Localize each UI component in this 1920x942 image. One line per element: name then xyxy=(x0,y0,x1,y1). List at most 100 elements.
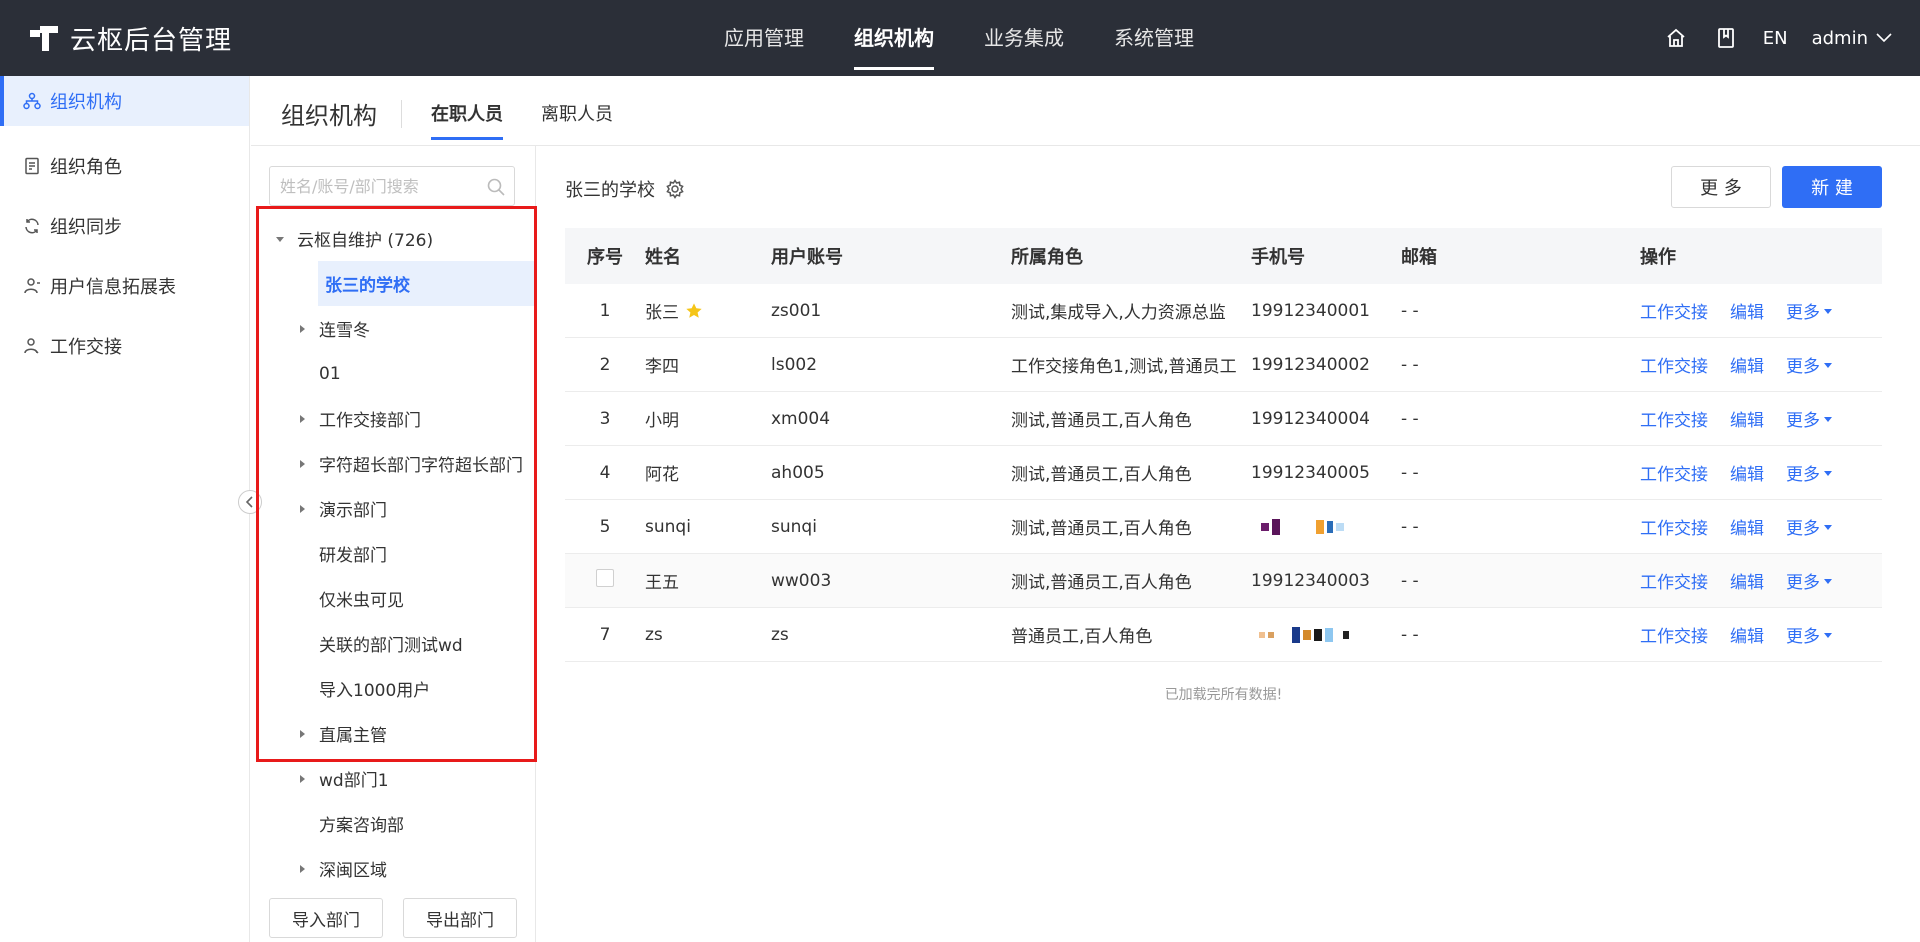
tree-node[interactable]: 研发部门 xyxy=(251,531,536,576)
tree-node-selected[interactable]: 张三的学校 xyxy=(318,261,536,306)
export-department-button[interactable]: 导出部门 xyxy=(403,898,517,938)
edit-link[interactable]: 编辑 xyxy=(1730,352,1764,377)
more-dropdown[interactable]: 更多 xyxy=(1786,460,1833,485)
edit-link[interactable]: 编辑 xyxy=(1730,622,1764,647)
member-name[interactable]: zs xyxy=(645,625,663,645)
more-dropdown[interactable]: 更多 xyxy=(1786,568,1833,593)
row-actions: 工作交接 编辑 更多 xyxy=(1640,460,1872,485)
new-button[interactable]: 新 建 xyxy=(1782,166,1882,208)
tree-node[interactable]: 导入1000用户 xyxy=(251,666,536,711)
caret-right-icon[interactable] xyxy=(295,862,309,876)
sidebar-item-handover[interactable]: 工作交接 xyxy=(0,316,249,376)
gear-icon[interactable] xyxy=(665,179,685,199)
member-name[interactable]: 小明 xyxy=(645,406,679,431)
department-title: 张三的学校 xyxy=(565,176,685,202)
handover-link[interactable]: 工作交接 xyxy=(1640,514,1708,539)
caret-down-icon[interactable] xyxy=(273,232,287,246)
caret-right-icon[interactable] xyxy=(295,502,309,516)
topnav-business-integration[interactable]: 业务集成 xyxy=(984,0,1064,76)
email-cell: - - xyxy=(1401,570,1419,591)
topnav-organization[interactable]: 组织机构 xyxy=(854,0,934,76)
language-switch[interactable]: EN xyxy=(1763,28,1788,49)
sidebar-item-role[interactable]: 组织角色 xyxy=(0,136,249,196)
tree-node[interactable]: 连雪冬 xyxy=(251,306,536,351)
table-row[interactable]: 王五 ww003 测试,普通员工,百人角色 19912340003 - - 工作… xyxy=(565,554,1882,608)
sidebar-item-label: 组织角色 xyxy=(50,157,122,178)
row-checkbox[interactable] xyxy=(596,569,614,587)
user-menu[interactable]: admin xyxy=(1812,28,1892,49)
caret-right-icon[interactable] xyxy=(295,412,309,426)
table-row[interactable]: 4 阿花 ah005 测试,普通员工,百人角色 19912340005 - - … xyxy=(565,446,1882,500)
column-header: 姓名 xyxy=(645,247,681,268)
member-name[interactable]: 阿花 xyxy=(645,460,679,485)
tree-node[interactable]: 关联的部门测试wd xyxy=(251,621,536,666)
more-dropdown[interactable]: 更多 xyxy=(1786,514,1833,539)
handover-link[interactable]: 工作交接 xyxy=(1640,406,1708,431)
email-cell: - - xyxy=(1401,624,1419,645)
divider xyxy=(401,100,402,128)
table-row[interactable]: 2 李四 ls002 工作交接角色1,测试,普通员工 19912340002 -… xyxy=(565,338,1882,392)
more-dropdown[interactable]: 更多 xyxy=(1786,298,1833,323)
handover-link[interactable]: 工作交接 xyxy=(1640,460,1708,485)
column-header: 手机号 xyxy=(1251,247,1305,268)
caret-right-icon[interactable] xyxy=(295,772,309,786)
caret-right-icon[interactable] xyxy=(295,457,309,471)
tree-node[interactable]: wd部门1 xyxy=(251,756,536,801)
column-header: 所属角色 xyxy=(1011,247,1083,268)
sidebar-item-user-extension[interactable]: 用户信息拓展表 xyxy=(0,256,249,316)
handover-link[interactable]: 工作交接 xyxy=(1640,622,1708,647)
tree-node-root[interactable]: 云枢自维护 (726) xyxy=(251,216,536,261)
name-cell: 王五 xyxy=(645,568,771,593)
home-icon[interactable] xyxy=(1663,25,1689,51)
tab-active-staff[interactable]: 在职人员 xyxy=(431,100,503,146)
more-dropdown[interactable]: 更多 xyxy=(1786,406,1833,431)
edit-link[interactable]: 编辑 xyxy=(1730,460,1764,485)
collapse-panel-button[interactable] xyxy=(238,490,262,514)
tree-node[interactable]: 01 xyxy=(251,351,536,396)
import-department-button[interactable]: 导入部门 xyxy=(269,898,383,938)
handover-link[interactable]: 工作交接 xyxy=(1640,298,1708,323)
search-icon[interactable] xyxy=(486,177,506,197)
table-row[interactable]: 1 张三 zs001 测试,集成导入,人力资源总监 19912340001 - … xyxy=(565,284,1882,338)
email-cell: - - xyxy=(1401,462,1419,483)
sidebar-item-organization[interactable]: 组织机构 xyxy=(0,76,249,126)
tree-node[interactable]: 仅米虫可见 xyxy=(251,576,536,621)
edit-link[interactable]: 编辑 xyxy=(1730,568,1764,593)
tree-actions: 导入部门 导出部门 xyxy=(269,898,537,938)
caret-right-icon[interactable] xyxy=(295,322,309,336)
sidebar: 组织机构 组织角色 组织同步 用户信息拓展表 工作交接 xyxy=(0,76,250,942)
book-icon[interactable] xyxy=(1713,25,1739,51)
tree-node-label: 仅米虫可见 xyxy=(319,591,404,611)
member-name[interactable]: 李四 xyxy=(645,352,679,377)
more-dropdown[interactable]: 更多 xyxy=(1786,352,1833,377)
search-input[interactable] xyxy=(280,176,480,196)
member-name[interactable]: 王五 xyxy=(645,568,679,593)
table-row[interactable]: 7 zs zs 普通员工,百人角色 - - 工作交接 编辑 更多 xyxy=(565,608,1882,662)
edit-link[interactable]: 编辑 xyxy=(1730,406,1764,431)
more-button[interactable]: 更 多 xyxy=(1671,166,1771,208)
tree-node[interactable]: 方案咨询部 xyxy=(251,801,536,846)
more-dropdown[interactable]: 更多 xyxy=(1786,622,1833,647)
member-name[interactable]: 张三 xyxy=(645,298,679,323)
edit-link[interactable]: 编辑 xyxy=(1730,298,1764,323)
topnav-system-management[interactable]: 系统管理 xyxy=(1114,0,1194,76)
tab-resigned-staff[interactable]: 离职人员 xyxy=(541,100,613,146)
member-name[interactable]: sunqi xyxy=(645,517,691,537)
table-header: 序号 姓名 用户账号 所属角色 手机号 邮箱 操作 xyxy=(565,228,1882,284)
edit-link[interactable]: 编辑 xyxy=(1730,514,1764,539)
tree-node[interactable]: 工作交接部门 xyxy=(251,396,536,441)
handover-link[interactable]: 工作交接 xyxy=(1640,352,1708,377)
tree-node[interactable]: 字符超长部门字符超长部门 xyxy=(251,441,536,486)
tree-node[interactable]: 直属主管 xyxy=(251,711,536,756)
topnav-app-management[interactable]: 应用管理 xyxy=(724,0,804,76)
caret-right-icon[interactable] xyxy=(295,727,309,741)
brand[interactable]: 云枢后台管理 xyxy=(28,18,232,58)
tree-node[interactable]: 深闽区域 xyxy=(251,846,536,891)
role-cell: 测试,普通员工,百人角色 xyxy=(1011,519,1192,539)
handover-link[interactable]: 工作交接 xyxy=(1640,568,1708,593)
table-row[interactable]: 3 小明 xm004 测试,普通员工,百人角色 19912340004 - - … xyxy=(565,392,1882,446)
tree-node[interactable]: 演示部门 xyxy=(251,486,536,531)
table-row[interactable]: 5 sunqi sunqi 测试,普通员工,百人角色 - - 工作交接 编辑 更… xyxy=(565,500,1882,554)
tree-node-label: 方案咨询部 xyxy=(319,816,404,836)
sidebar-item-sync[interactable]: 组织同步 xyxy=(0,196,249,256)
